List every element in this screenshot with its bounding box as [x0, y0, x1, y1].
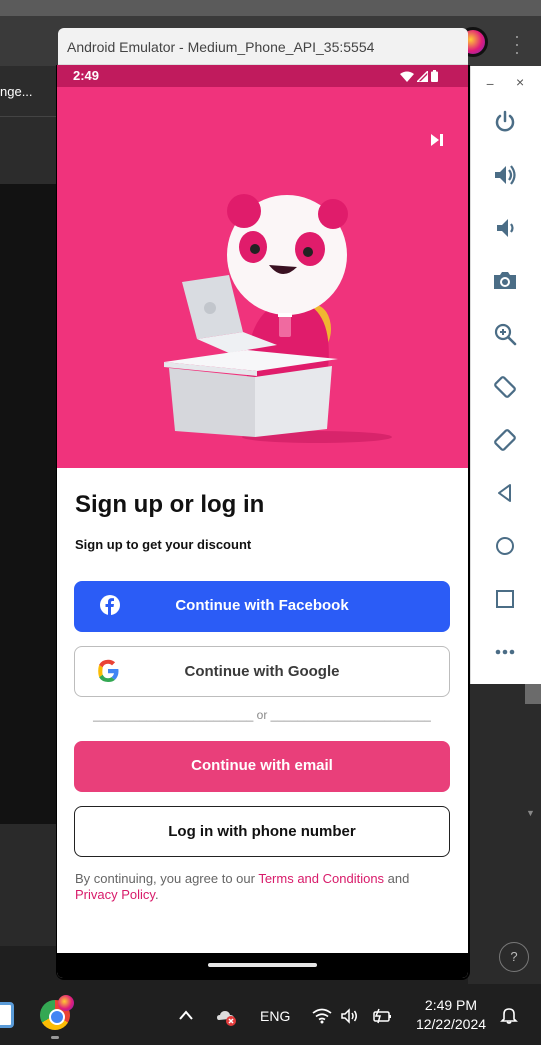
rotate-left-icon[interactable]: [492, 374, 518, 400]
desktop-top-strip: [0, 0, 541, 16]
or-divider: ________________________ or ____________…: [93, 708, 431, 722]
login-with-phone-button[interactable]: Log in with phone number: [74, 806, 450, 857]
wifi-icon[interactable]: [312, 1008, 332, 1024]
volume-up-icon[interactable]: [492, 162, 518, 188]
scroll-down-icon[interactable]: ▼: [526, 808, 535, 818]
system-clock[interactable]: 2:49 PM 12/22/2024: [410, 996, 492, 1034]
clock-date: 12/22/2024: [415, 1016, 487, 1032]
kebab-menu-icon[interactable]: · · ·: [512, 27, 522, 61]
onedrive-error-icon[interactable]: [216, 1008, 238, 1026]
minimize-button[interactable]: −: [486, 76, 494, 92]
google-button-label: Continue with Google: [184, 663, 340, 680]
page-title: Sign up or log in: [75, 491, 265, 518]
status-bar: 2:49: [57, 65, 468, 87]
login-panel: Sign up or log in Sign up to get your di…: [57, 468, 468, 953]
continue-with-email-button[interactable]: Continue with email: [74, 741, 450, 792]
signal-icon: [417, 70, 428, 82]
divider: [0, 116, 58, 117]
legal-middle: and: [384, 871, 410, 886]
chrome-profile-badge-icon: [58, 995, 74, 1011]
skip-icon[interactable]: [429, 133, 445, 147]
terms-link[interactable]: Terms and Conditions: [258, 871, 384, 886]
legal-notice: By continuing, you agree to our Terms an…: [75, 871, 451, 903]
scrollbar-thumb[interactable]: [525, 684, 541, 704]
camera-icon[interactable]: [492, 267, 518, 293]
power-icon[interactable]: [492, 109, 518, 135]
phone-button-label: Log in with phone number: [168, 823, 356, 840]
close-button[interactable]: ×: [516, 74, 524, 90]
volume-down-icon[interactable]: [492, 215, 518, 241]
panda-mascot-illustration: [164, 194, 392, 443]
legal-prefix: By continuing, you agree to our: [75, 871, 259, 886]
zoom-icon[interactable]: [492, 321, 518, 347]
gesture-nav-bar: [57, 953, 468, 978]
home-icon[interactable]: [492, 533, 518, 559]
windows-taskbar: ENG 2:49 PM 12/22/2024: [0, 986, 541, 1045]
rotate-right-icon[interactable]: [492, 427, 518, 453]
chevron-up-icon[interactable]: [178, 1008, 194, 1022]
active-app-indicator: [51, 1036, 59, 1039]
facebook-button-label: Continue with Facebook: [175, 597, 349, 614]
language-indicator[interactable]: ENG: [260, 1008, 290, 1024]
privacy-link[interactable]: Privacy Policy: [75, 887, 155, 902]
phone-screen: 2:49 Sign up or log in Sign up to get yo…: [57, 65, 468, 978]
page-subtitle: Sign up to get your discount: [75, 537, 252, 552]
home-gesture-handle[interactable]: [208, 963, 317, 967]
battery-icon: [431, 70, 438, 82]
back-icon[interactable]: [492, 480, 518, 506]
legal-suffix: .: [154, 887, 159, 902]
volume-icon[interactable]: [340, 1008, 360, 1024]
more-icon[interactable]: [492, 639, 518, 665]
emulator-title-bar[interactable]: Android Emulator - Medium_Phone_API_35:5…: [58, 28, 468, 65]
emulator-toolbar: − ×: [470, 66, 541, 684]
emulator-title: Android Emulator - Medium_Phone_API_35:5…: [67, 39, 375, 55]
notification-bell-icon[interactable]: [500, 1006, 518, 1024]
status-time: 2:49: [73, 68, 100, 83]
wifi-icon: [400, 71, 414, 82]
desktop-background-right: [468, 684, 541, 984]
desktop-background: [0, 184, 58, 824]
continue-with-google-button[interactable]: Continue with Google: [74, 646, 450, 697]
clock-time: 2:49 PM: [424, 997, 478, 1013]
google-icon: [98, 659, 119, 682]
overview-icon[interactable]: [492, 586, 518, 612]
taskbar-app-icon[interactable]: [0, 1002, 14, 1028]
battery-charging-icon[interactable]: [371, 1008, 393, 1024]
help-button[interactable]: ?: [499, 942, 529, 972]
desktop-panel-text[interactable]: nge...: [0, 84, 33, 99]
hero-banner: [57, 87, 468, 468]
facebook-icon: [100, 595, 120, 615]
desktop-background-lower: [0, 824, 58, 946]
email-button-label: Continue with email: [191, 757, 333, 774]
continue-with-facebook-button[interactable]: Continue with Facebook: [74, 581, 450, 632]
